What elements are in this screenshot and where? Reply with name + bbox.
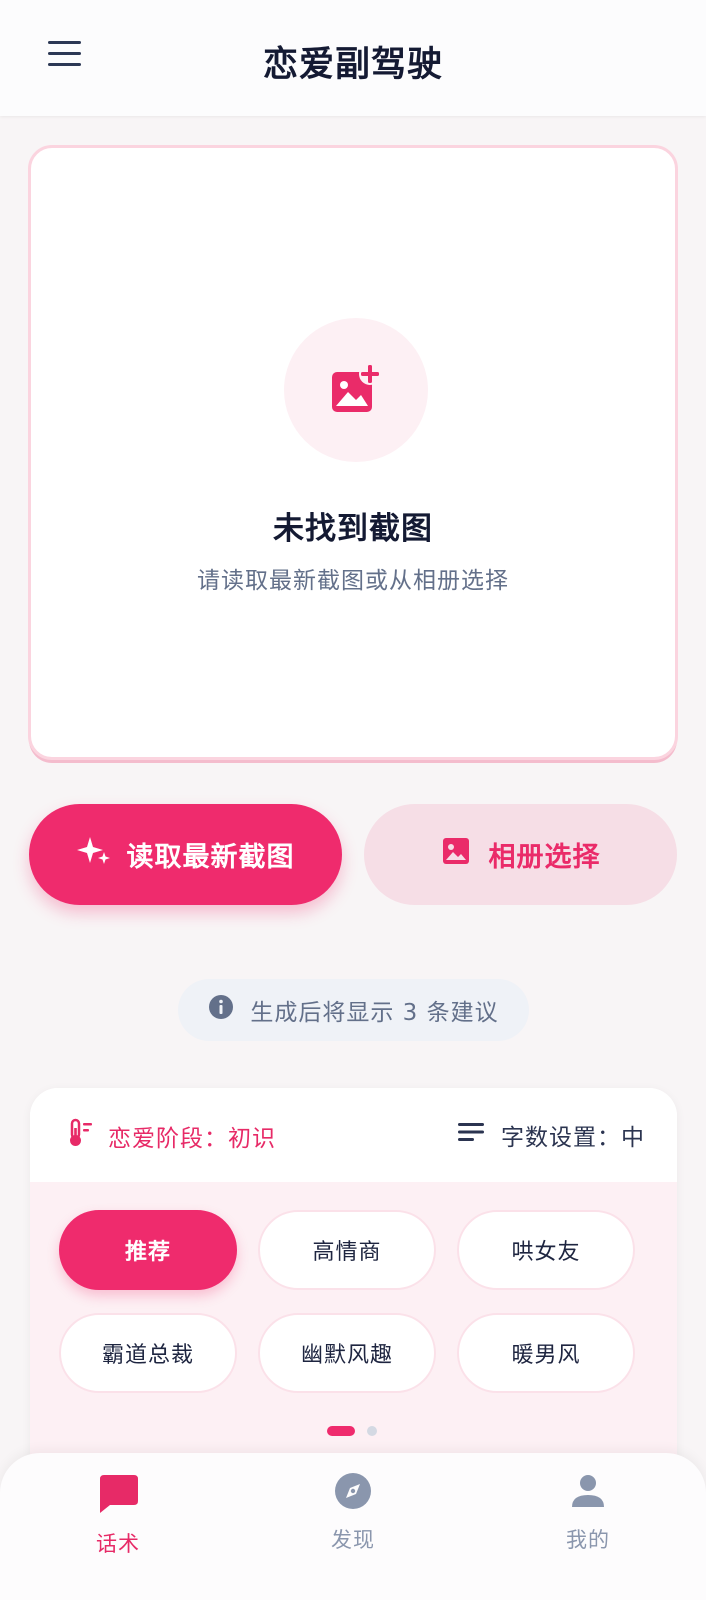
read-latest-label: 读取最新截图 [126,842,295,873]
empty-state-title: 未找到截图 [273,511,433,547]
album-select-label: 相册选择 [488,842,601,873]
info-icon [208,994,234,1026]
add-photo-icon [284,318,428,462]
read-latest-screenshot-button[interactable]: 读取最新截图 [29,804,342,905]
app-header: 恋爱副驾驶 [0,0,706,116]
page-title: 恋爱副驾驶 [262,45,443,85]
word-count-selector[interactable]: 字数设置：中 [457,1118,645,1152]
page-indicator [327,1426,377,1436]
style-chip-high-eq[interactable]: 高情商 [258,1210,436,1290]
compass-icon [333,1471,373,1516]
nav-item-scripts[interactable]: 话术 [48,1471,188,1558]
love-stage-label: 恋爱阶段：初识 [108,1126,276,1152]
nav-profile-label: 我的 [566,1528,610,1552]
word-count-label: 字数设置：中 [501,1125,645,1151]
album-select-button[interactable]: 相册选择 [364,804,677,905]
page-indicator-dot[interactable] [367,1426,377,1436]
nav-item-discover[interactable]: 发现 [283,1471,423,1554]
chat-bubble-icon [96,1471,140,1520]
style-chip-coax-girlfriend[interactable]: 哄女友 [457,1210,635,1290]
nav-discover-label: 发现 [331,1528,375,1552]
thermometer-icon [66,1118,94,1154]
person-icon [568,1471,608,1516]
page-indicator-dot-active[interactable] [327,1426,355,1436]
style-chip-warm-guy[interactable]: 暖男风 [457,1313,635,1393]
screenshot-upload-area[interactable]: 未找到截图 请读取最新截图或从相册选择 [28,145,678,760]
style-settings-card: 恋爱阶段：初识 字数设置：中 推荐 高情商 哄女友 霸道总裁 幽默风趣 暖男风 [30,1088,677,1488]
info-text: 生成后将显示 3 条建议 [250,1000,499,1026]
style-chips-area: 推荐 高情商 哄女友 霸道总裁 幽默风趣 暖男风 [30,1182,677,1488]
nav-item-profile[interactable]: 我的 [518,1471,658,1554]
nav-scripts-label: 话术 [96,1532,140,1556]
style-chip-domineering-ceo[interactable]: 霸道总裁 [59,1313,237,1393]
sparkle-icon [76,834,111,875]
bottom-navigation: 话术 发现 我的 [0,1453,706,1600]
settings-header: 恋爱阶段：初识 字数设置：中 [30,1088,677,1182]
suggestion-count-info: 生成后将显示 3 条建议 [178,979,529,1041]
style-chip-recommend[interactable]: 推荐 [59,1210,237,1290]
love-stage-selector[interactable]: 恋爱阶段：初识 [66,1118,276,1154]
empty-state-subtitle: 请读取最新截图或从相册选择 [197,568,509,594]
style-chip-humorous[interactable]: 幽默风趣 [258,1313,436,1393]
lines-icon [457,1121,485,1149]
image-icon [441,836,471,873]
